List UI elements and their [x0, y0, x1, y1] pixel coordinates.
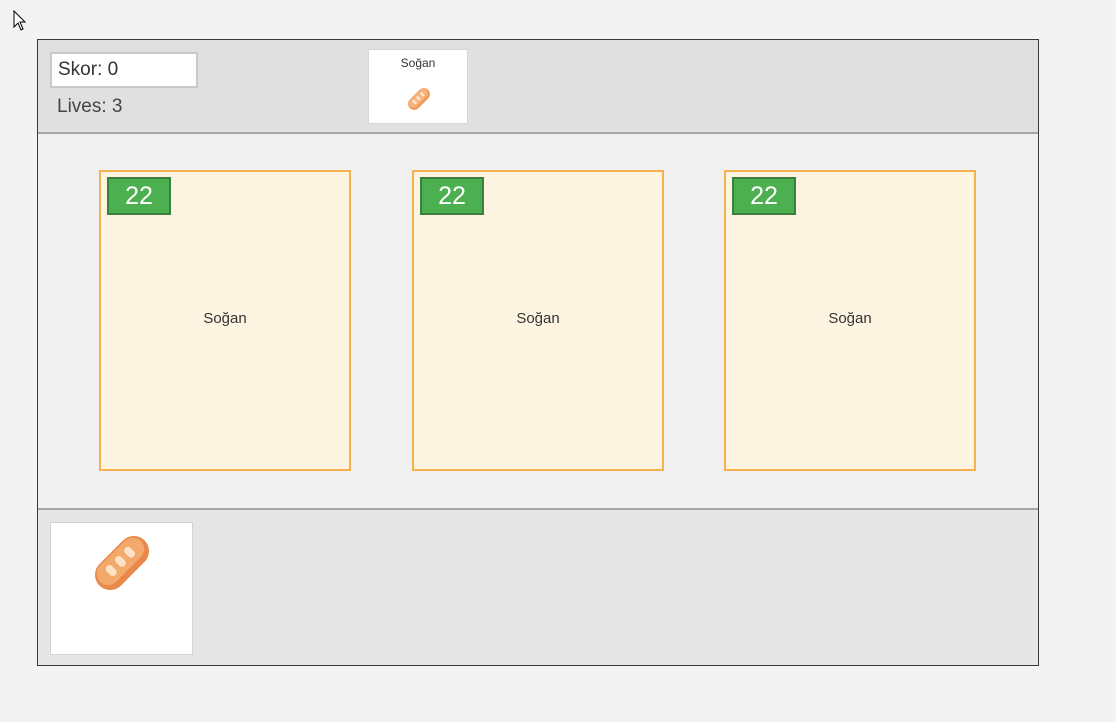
game-container: Skor: 0 Lives: 3 Soğan 22 Soğan 22 Soğan: [37, 39, 1039, 666]
card-label: Soğan: [828, 310, 872, 327]
card-label: Soğan: [203, 310, 247, 327]
top-bar: Skor: 0 Lives: 3 Soğan: [38, 40, 1038, 134]
inventory-bar: [38, 508, 1038, 665]
mouse-cursor-icon: [13, 10, 27, 31]
lives-display: Lives: 3: [57, 96, 123, 117]
bread-icon: [408, 88, 430, 110]
bread-icon[interactable]: [84, 525, 160, 601]
card-timer: 22: [420, 177, 484, 215]
card-timer: 22: [107, 177, 171, 215]
score-display: Skor: 0: [50, 52, 198, 88]
order-card[interactable]: 22 Soğan: [99, 170, 351, 471]
card-timer: 22: [732, 177, 796, 215]
order-card[interactable]: 22 Soğan: [724, 170, 976, 471]
order-card[interactable]: 22 Soğan: [412, 170, 664, 471]
target-order-label: Soğan: [400, 56, 436, 70]
card-label: Soğan: [516, 310, 560, 327]
inventory-slot[interactable]: [50, 522, 193, 655]
target-order-card: Soğan: [368, 49, 468, 124]
play-area: 22 Soğan 22 Soğan 22 Soğan: [38, 134, 1038, 508]
